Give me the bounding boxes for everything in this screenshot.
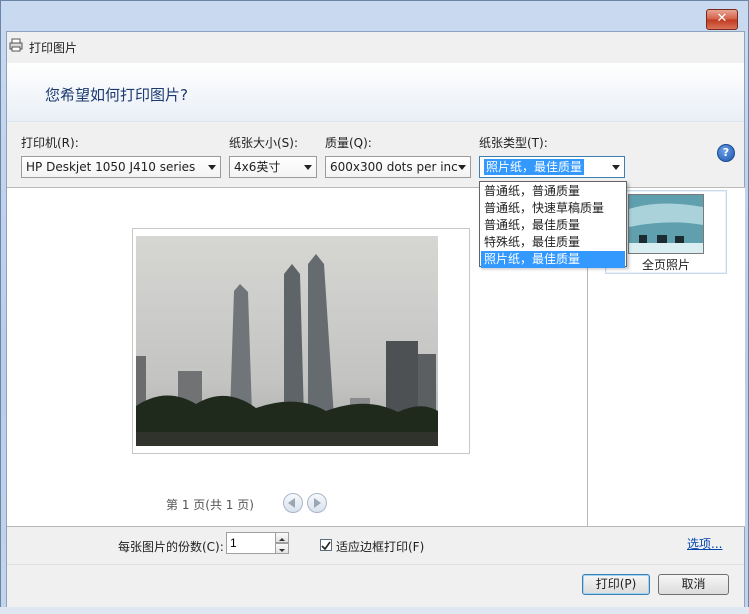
paper-type-option[interactable]: 普通纸，普通质量 xyxy=(481,183,625,200)
printer-icon xyxy=(9,38,23,52)
quality-select[interactable]: 600x300 dots per inc xyxy=(325,156,471,178)
increment-button[interactable] xyxy=(275,532,289,543)
layout-thumbnail xyxy=(628,194,704,254)
printer-label: 打印机(R): xyxy=(21,136,79,150)
title-bar: 打印图片 xyxy=(7,32,744,62)
print-button[interactable]: 打印(P) xyxy=(582,574,650,595)
chevron-down-icon xyxy=(458,165,466,170)
fit-frame-checkbox[interactable] xyxy=(320,539,332,551)
chevron-down-icon xyxy=(612,165,620,170)
help-icon[interactable]: ? xyxy=(717,144,735,162)
paper-size-label: 纸张大小(S): xyxy=(229,136,299,150)
paper-type-select[interactable]: 照片纸，最佳质量 xyxy=(479,156,625,178)
paper-type-label: 纸张类型(T): xyxy=(479,136,548,150)
close-button[interactable]: ✕ xyxy=(706,9,738,30)
chevron-down-icon xyxy=(304,165,312,170)
paper-type-value: 照片纸，最佳质量 xyxy=(484,159,585,175)
cancel-button[interactable]: 取消 xyxy=(658,574,729,595)
decrement-button[interactable] xyxy=(275,543,289,554)
background-strip xyxy=(0,607,749,614)
footer: 打印(P) 取消 xyxy=(7,564,744,611)
window-title: 打印图片 xyxy=(29,41,78,55)
copies-label: 每张图片的份数(C): xyxy=(118,540,224,554)
printer-select[interactable]: HP Deskjet 1050 J410 series xyxy=(21,156,221,178)
dialog-client: 打印图片 您希望如何打印图片? 打印机(R): HP Deskjet 1050 … xyxy=(6,31,745,611)
printer-value: HP Deskjet 1050 J410 series xyxy=(26,160,196,174)
paper-type-option[interactable]: 特殊纸，最佳质量 xyxy=(481,234,625,251)
paper-type-option[interactable]: 普通纸，快速草稿质量 xyxy=(481,200,625,217)
next-page-button[interactable] xyxy=(307,493,327,513)
checkmark-icon xyxy=(321,541,331,551)
preview-page xyxy=(132,228,470,454)
previous-page-button[interactable] xyxy=(283,493,303,513)
fit-frame-label[interactable]: 适应边框打印(F) xyxy=(336,538,424,555)
preview-photo xyxy=(136,236,438,446)
quality-label: 质量(Q): xyxy=(325,136,372,150)
paper-size-select[interactable]: 4x6英寸 xyxy=(229,156,317,178)
chevron-left-icon xyxy=(288,498,295,508)
copies-input[interactable] xyxy=(226,532,276,554)
chevron-down-icon xyxy=(279,549,285,552)
options-link[interactable]: 选项... xyxy=(687,535,722,552)
paper-type-option-selected[interactable]: 照片纸，最佳质量 xyxy=(481,251,625,268)
chevron-down-icon xyxy=(208,165,216,170)
quality-value: 600x300 dots per inc xyxy=(330,160,458,174)
page-indicator: 第 1 页(共 1 页) xyxy=(166,498,254,512)
header-band: 您希望如何打印图片? xyxy=(7,63,744,122)
page-title: 您希望如何打印图片? xyxy=(45,86,188,104)
chevron-right-icon xyxy=(314,498,321,508)
paper-type-dropdown: 普通纸，普通质量 普通纸，快速草稿质量 普通纸，最佳质量 特殊纸，最佳质量 照片… xyxy=(479,181,627,268)
copies-stepper xyxy=(275,532,289,554)
paper-size-value: 4x6英寸 xyxy=(234,160,281,174)
dialog-frame: ✕ 打印图片 您希望如何打印图片? 打印机(R): HP Deskjet 105… xyxy=(0,0,749,614)
paper-type-option[interactable]: 普通纸，最佳质量 xyxy=(481,217,625,234)
